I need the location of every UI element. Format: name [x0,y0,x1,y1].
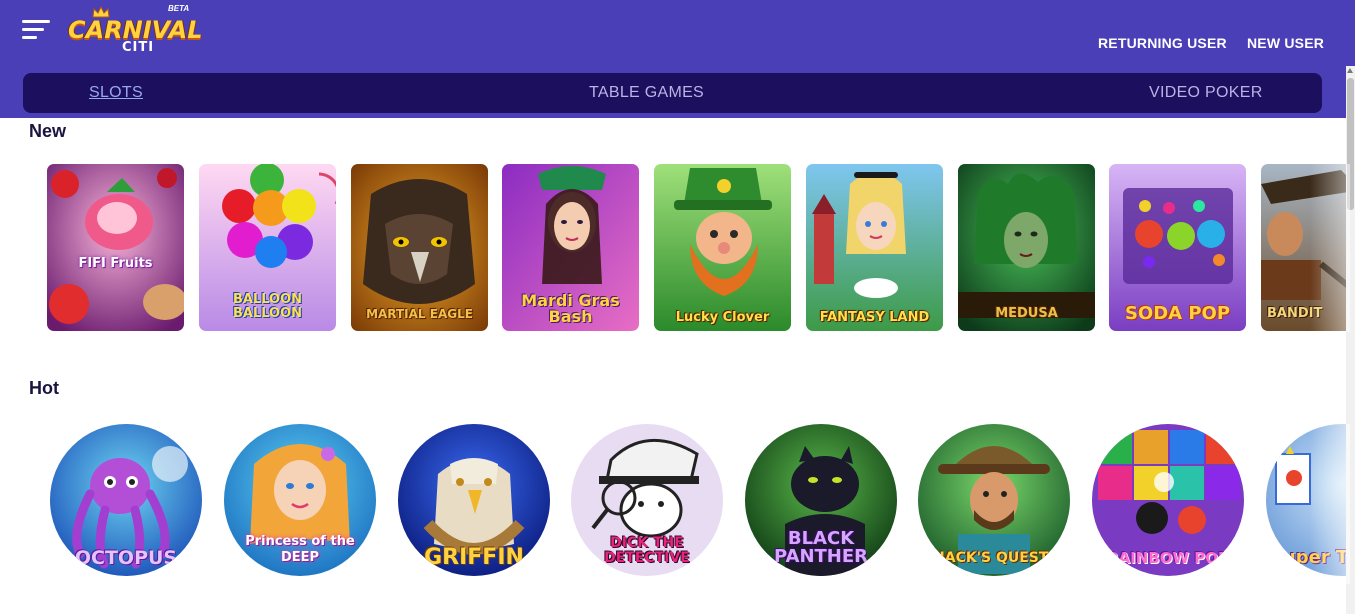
logo-text-citi: CITI [122,40,155,55]
game-tile-label: MEDUSA [995,306,1058,321]
game-tile-lucky-clover[interactable]: Lucky Clover [654,164,791,331]
game-coin-rainbow-pop[interactable]: RAINBOW POP [1092,424,1244,576]
new-user-link[interactable]: NEW USER [1247,35,1324,51]
section-title-new: New [29,121,67,141]
game-coin-label: Super Time [1270,547,1346,568]
fifi-fruits-art [47,164,184,331]
game-tile-fantasy-land[interactable]: FANTASY LAND [806,164,943,331]
beta-badge: BETA [168,4,190,13]
game-coin-label: Princess of the DEEP [245,534,355,565]
game-tile-label: MARTIAL EAGLE [366,307,473,321]
game-coin-dick-the-detective[interactable]: DICK THE DETECTIVE [571,424,723,576]
game-tile-label: Mardi Gras Bash [521,291,620,326]
game-tile-label: Lucky Clover [675,310,770,325]
game-coin-label: GRIFFIN [424,545,524,570]
fantasy-land-art [806,164,943,331]
game-coin-octopus[interactable]: OCTOPUS [50,424,202,576]
vertical-scrollbar[interactable] [1346,66,1355,614]
game-tile-label: FANTASY LAND [819,310,930,325]
top-header: BETA CARNIVAL CITI RETURNING USER NEW US… [0,0,1355,118]
scroll-up-arrow-icon[interactable] [1347,68,1353,73]
game-tile-martial-eagle[interactable]: MARTIAL EAGLE [351,164,488,331]
game-tile-medusa[interactable]: MEDUSA [958,164,1095,331]
game-coin-label: BLACK PANTHER [773,528,869,567]
game-tile-mardi-gras-bash[interactable]: Mardi Gras Bash [502,164,639,331]
game-tile-bandit[interactable]: BANDIT [1261,164,1346,331]
game-coin-label: OCTOPUS [74,547,178,569]
game-coin-jacks-quest[interactable]: JACK'S QUEST [918,424,1070,576]
scrollbar-thumb[interactable] [1347,78,1354,210]
new-games-carousel[interactable]: FIFI Fruits BALLOON BALLOON MARTIAL EAGL… [47,164,1346,332]
tab-table-games[interactable]: TABLE GAMES [589,84,704,102]
game-coin-label: DICK THE DETECTIVE [604,535,690,566]
tab-video-poker[interactable]: VIDEO POKER [1149,84,1263,102]
game-category-tabs: SLOTS TABLE GAMES VIDEO POKER [23,73,1322,113]
game-tile-balloon-balloon[interactable]: BALLOON BALLOON [199,164,336,331]
hot-games-carousel[interactable]: OCTOPUS Princess of the DEEP GRIFFIN DIC… [50,424,1346,584]
carnival-citi-logo[interactable]: BETA CARNIVAL CITI [66,4,203,56]
tab-slots[interactable]: SLOTS [89,84,143,102]
game-coin-label: RAINBOW POP [1107,549,1229,567]
game-coin-princess-of-the-deep[interactable]: Princess of the DEEP [224,424,376,576]
game-coin-black-panther[interactable]: BLACK PANTHER [745,424,897,576]
game-tile-label: BALLOON BALLOON [232,292,303,321]
hamburger-menu-icon[interactable] [22,20,50,40]
game-tile-soda-pop[interactable]: SODA POP [1109,164,1246,331]
returning-user-link[interactable]: RETURNING USER [1098,35,1227,51]
section-title-hot: Hot [29,378,59,398]
game-coin-super-time[interactable]: Super Time [1266,424,1346,576]
game-coin-griffin[interactable]: GRIFFIN [398,424,550,576]
game-tile-label: FIFI Fruits [78,256,153,271]
martial-eagle-art [351,164,488,331]
lucky-clover-art [654,164,791,331]
game-coin-label: JACK'S QUEST [939,550,1049,566]
game-tile-label: BANDIT [1267,306,1323,321]
game-tile-fifi-fruits[interactable]: FIFI Fruits [47,164,184,331]
game-tile-label: SODA POP [1124,303,1231,324]
